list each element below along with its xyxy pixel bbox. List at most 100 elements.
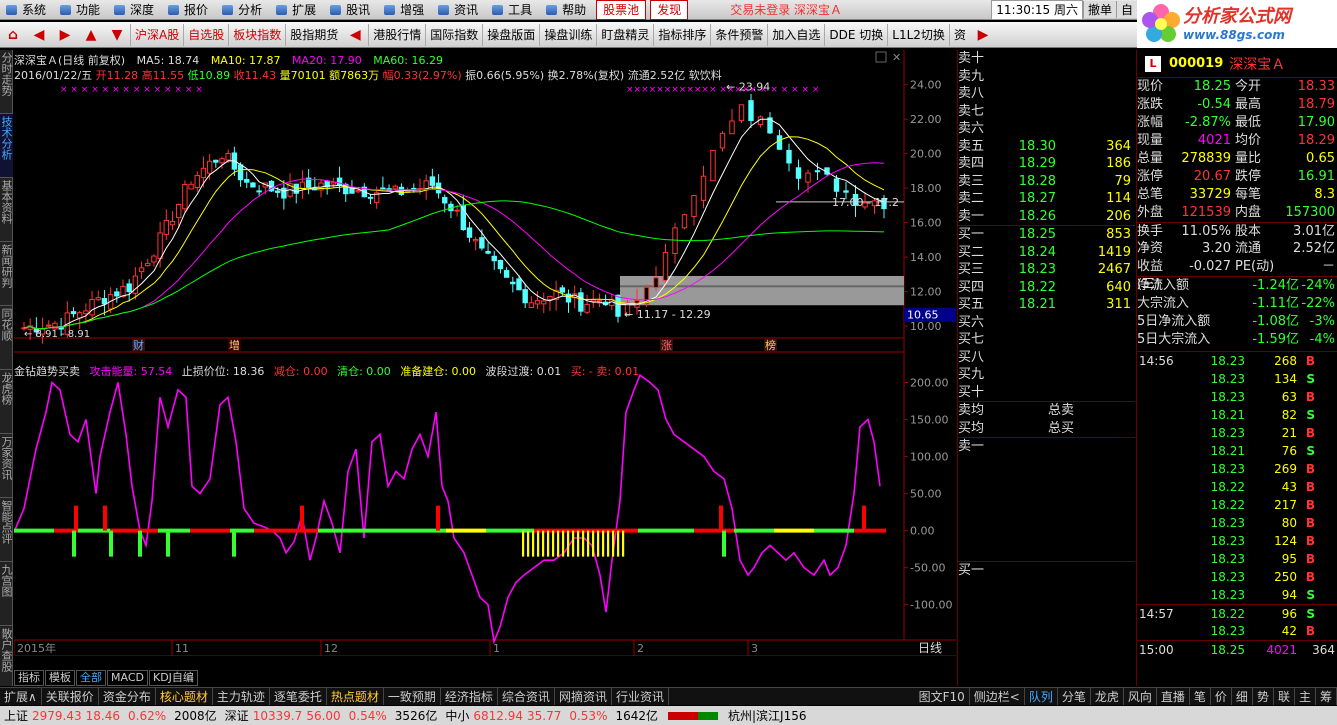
toolbar-item-2[interactable]: 板块指数 <box>228 23 285 46</box>
toolbar-item-12[interactable]: DDE 切换 <box>824 23 887 46</box>
menu-item-3[interactable]: 报价 <box>162 0 216 20</box>
forward-icon[interactable]: ▶ <box>52 24 78 46</box>
toolbar-item-4[interactable]: 港股行情 <box>368 23 425 46</box>
toolbar-item-11[interactable]: 加入自选 <box>767 23 824 46</box>
footer-right-7[interactable]: 笔 <box>1190 688 1211 705</box>
footer-right-11[interactable]: 联 <box>1274 688 1295 705</box>
menu-tab-0[interactable]: 股票池 <box>596 0 647 20</box>
home-icon[interactable]: ⌂ <box>0 24 26 46</box>
zero-band-segment <box>30 528 38 533</box>
candle-body <box>225 152 231 161</box>
tick-side: S <box>1306 607 1315 621</box>
indicator-tab-2[interactable]: 全部 <box>76 670 106 686</box>
next-icon[interactable]: ▶ <box>970 24 996 46</box>
zero-band-segment <box>814 528 822 533</box>
indicator-name[interactable]: 金钻趋势买卖 <box>14 365 80 378</box>
menu-item-0[interactable]: 系统 <box>0 0 54 20</box>
footer-right-9[interactable]: 细 <box>1232 688 1253 705</box>
oscillator-line <box>14 373 881 645</box>
menu-item-8[interactable]: 资讯 <box>432 0 486 20</box>
footer-right-12[interactable]: 主 <box>1295 688 1316 705</box>
left-nav-item-9[interactable]: 散户查股 <box>0 626 13 690</box>
candle-body <box>615 294 621 317</box>
footer-right-4[interactable]: 龙虎 <box>1091 688 1124 705</box>
footer-right-3[interactable]: 分笔 <box>1058 688 1091 705</box>
toolbar-item-13[interactable]: L1L2切换 <box>887 23 949 46</box>
left-nav-item-8[interactable]: 九宫图 <box>0 562 13 626</box>
toolbar-item-1[interactable]: 自选股 <box>183 23 228 46</box>
server-location[interactable]: 杭州|滨江J156 <box>724 707 811 724</box>
left-nav-item-2[interactable]: 基本资料 <box>0 178 13 242</box>
back-icon[interactable]: ◀ <box>26 24 52 46</box>
footer-tab-2[interactable]: 资金分布 <box>99 688 156 705</box>
menu-item-1[interactable]: 功能 <box>54 0 108 20</box>
footer-tab-10[interactable]: 网摘资讯 <box>555 688 612 705</box>
footer-tab-11[interactable]: 行业资讯 <box>612 688 669 705</box>
indicator-tab-0[interactable]: 指标 <box>14 670 44 686</box>
left-nav-item-1[interactable]: 技术分析 <box>0 114 13 178</box>
candle-body <box>188 183 194 190</box>
toolbar-item-10[interactable]: 条件预警 <box>710 23 767 46</box>
menu-item-2[interactable]: 深度 <box>108 0 162 20</box>
toolbar-item-14[interactable]: 资 <box>948 23 970 46</box>
footer-right-8[interactable]: 价 <box>1211 688 1232 705</box>
left-nav-item-3[interactable]: 新闻研判 <box>0 242 13 306</box>
footer-tab-1[interactable]: 关联报价 <box>42 688 99 705</box>
footer-right-0[interactable]: 图文F10 <box>915 688 970 705</box>
quote-key: 换手 <box>1137 224 1164 239</box>
left-nav-item-4[interactable]: 同花顺 <box>0 306 13 370</box>
left-nav-item-5[interactable]: 龙虎榜 <box>0 370 13 434</box>
toolbar-item-3[interactable]: 股指期货 <box>285 23 342 46</box>
menu-item-4[interactable]: 分析 <box>216 0 270 20</box>
footer-tab-4[interactable]: 主力轨迹 <box>213 688 270 705</box>
left-nav-item-6[interactable]: 万家资讯 <box>0 434 13 498</box>
sell-price <box>1002 68 1082 86</box>
flow-pct: -4% <box>1309 332 1335 347</box>
tick-row: 18.23 94 S <box>1137 586 1337 604</box>
status-bar: 上证 2979.43 18.46 0.62% 2008亿 深证 10339.7 … <box>0 706 1337 725</box>
footer-tab-6[interactable]: 热点题材 <box>327 688 384 705</box>
footer-right-6[interactable]: 直播 <box>1157 688 1190 705</box>
footer-tab-0[interactable]: 扩展∧ <box>0 688 42 705</box>
toolbar-item-0[interactable]: 沪深A股 <box>130 23 183 46</box>
left-nav-item-7[interactable]: 智能点评 <box>0 498 13 562</box>
footer-right-10[interactable]: 势 <box>1253 688 1274 705</box>
left-nav-item-0[interactable]: 分时走势 <box>0 50 13 114</box>
footer-tab-9[interactable]: 综合资讯 <box>498 688 555 705</box>
menu-tab-1[interactable]: 发现 <box>650 0 689 20</box>
footer-right-2[interactable]: 队列 <box>1025 688 1058 705</box>
zero-band-segment <box>742 528 750 533</box>
toolbar-item-9[interactable]: 指标排序 <box>653 23 710 46</box>
accumulation-bar <box>562 530 565 557</box>
sell-label: 卖八 <box>958 86 985 101</box>
menu-btn-1[interactable]: 自 <box>1115 1 1137 18</box>
up-icon[interactable]: ▲ <box>78 24 104 46</box>
kline-chart[interactable]: ✕24.0022.0020.0018.0016.0014.0012.0010.0… <box>14 50 956 656</box>
flow-row: 5日净流入额 -1.08亿 -3% <box>1137 313 1337 331</box>
buy-label: 买五 <box>958 297 985 312</box>
indicator-tab-4[interactable]: KDJ自编 <box>148 670 198 686</box>
menu-item-6[interactable]: 股讯 <box>324 0 378 20</box>
indicator-tab-3[interactable]: MACD <box>107 670 148 686</box>
footer-tab-8[interactable]: 经济指标 <box>441 688 498 705</box>
indicator-tab-1[interactable]: 模板 <box>45 670 75 686</box>
menu-item-7[interactable]: 增强 <box>378 0 432 20</box>
tick-row: 14:57 18.22 96 S <box>1137 604 1337 622</box>
menu-item-5[interactable]: 扩展 <box>270 0 324 20</box>
menu-item-10[interactable]: 帮助 <box>540 0 594 20</box>
toolbar-item-8[interactable]: 盯盘精灵 <box>596 23 653 46</box>
menu-btn-0[interactable]: 撤单 <box>1082 1 1116 18</box>
footer-right-1[interactable]: 侧边栏< <box>970 688 1025 705</box>
prev-icon[interactable]: ◀ <box>342 24 368 46</box>
menu-item-9[interactable]: 工具 <box>486 0 540 20</box>
toolbar-item-7[interactable]: 操盘训练 <box>539 23 596 46</box>
footer-right-13[interactable]: 筹 <box>1316 688 1337 705</box>
buy-price: 18.25 <box>1018 227 1056 242</box>
footer-tab-7[interactable]: 一致预期 <box>384 688 441 705</box>
footer-tab-3[interactable]: 核心题材 <box>156 688 213 705</box>
footer-tab-5[interactable]: 逐笔委托 <box>270 688 327 705</box>
down-icon[interactable]: ▼ <box>104 24 130 46</box>
toolbar-item-5[interactable]: 国际指数 <box>425 23 482 46</box>
footer-right-5[interactable]: 风向 <box>1124 688 1157 705</box>
toolbar-item-6[interactable]: 操盘版面 <box>482 23 539 46</box>
